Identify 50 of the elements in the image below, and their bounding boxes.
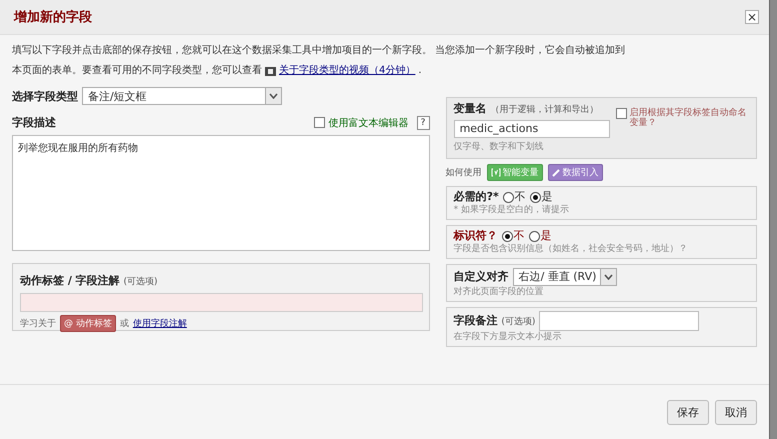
- radio-button[interactable]: [502, 230, 513, 242]
- intro-text: 填写以下字段并点击底部的保存按钮，您就可以在这个数据采集工具中增加项目的一个新字段。 当您添加一个新字段时，它会自动被追加到: [12, 44, 626, 58]
- field-note-input[interactable]: [539, 311, 700, 331]
- radio-button[interactable]: [530, 192, 541, 202]
- align-select[interactable]: 右边/ 垂直 (RV): [512, 268, 617, 286]
- radio-button[interactable]: [528, 230, 540, 242]
- action-tags-input[interactable]: [20, 293, 423, 312]
- bracket-check-icon: [490, 168, 501, 177]
- how-to-use-label: 如何使用: [446, 166, 482, 179]
- pencil-icon: [552, 168, 561, 177]
- video-link[interactable]: 关于字段类型的视频（4分钟）: [279, 63, 416, 79]
- help-button[interactable]: ?: [416, 116, 430, 130]
- radio-button[interactable]: [502, 192, 514, 202]
- intro-text: 本页面的表单。要查看可用的不同字段类型，您可以查看: [12, 64, 262, 78]
- field-note-label: 字段备注 (可选项): [454, 314, 536, 328]
- align-note: 对齐此页面字段的位置: [454, 287, 545, 298]
- auto-name-label: 启用根据其字段标签自动命名变量？: [630, 108, 748, 128]
- variable-note: 仅字母、数字和下划线: [454, 142, 545, 153]
- period-text: .: [418, 64, 422, 78]
- field-type-label: 选择字段类型: [12, 88, 78, 104]
- variable-label: 变量名 （用于逻辑，计算和导出）: [454, 102, 600, 117]
- required-label: 必需的?*: [454, 190, 499, 204]
- field-type-select[interactable]: 备注/短文框: [82, 87, 282, 105]
- description-label: 字段描述: [12, 115, 56, 130]
- or-text: 或: [120, 318, 129, 330]
- field-annotation-link[interactable]: 使用字段注解: [132, 316, 187, 330]
- radio-label: 是: [540, 229, 552, 243]
- dialog-title: 增加新的字段: [14, 8, 92, 26]
- radio-label: 不: [514, 229, 525, 243]
- description-textarea[interactable]: 列举您现在服用的所有药物: [12, 135, 430, 251]
- action-tags-button[interactable]: @ 动作标签: [60, 315, 116, 332]
- save-button[interactable]: 保存: [667, 400, 709, 424]
- radio-label: 不: [514, 190, 526, 204]
- radio-label: 是: [542, 190, 553, 204]
- close-button[interactable]: ×: [745, 10, 759, 24]
- action-tags-label: 动作标签 / 字段注解 (可选项): [20, 274, 158, 287]
- checkbox[interactable]: [314, 117, 325, 128]
- required-note: * 如果字段是空白的，请提示: [454, 205, 570, 216]
- variable-input[interactable]: medic_actions: [454, 120, 610, 138]
- film-icon: [265, 66, 276, 76]
- identifier-label: 标识符？: [454, 229, 498, 243]
- align-label: 自定义对齐: [454, 270, 509, 284]
- field-note-hint: 在字段下方显示文本小提示: [454, 332, 563, 343]
- rich-text-label: 使用富文本编辑器: [328, 116, 409, 130]
- dropdown-caret-icon[interactable]: [265, 88, 281, 104]
- identifier-note: 字段是否包含识别信息（如姓名，社会安全号码，地址）？: [454, 244, 689, 255]
- checkbox[interactable]: [616, 108, 627, 119]
- cancel-button[interactable]: 取消: [715, 400, 757, 424]
- dropdown-caret-icon[interactable]: [600, 269, 616, 285]
- learn-text: 学习关于: [20, 318, 56, 330]
